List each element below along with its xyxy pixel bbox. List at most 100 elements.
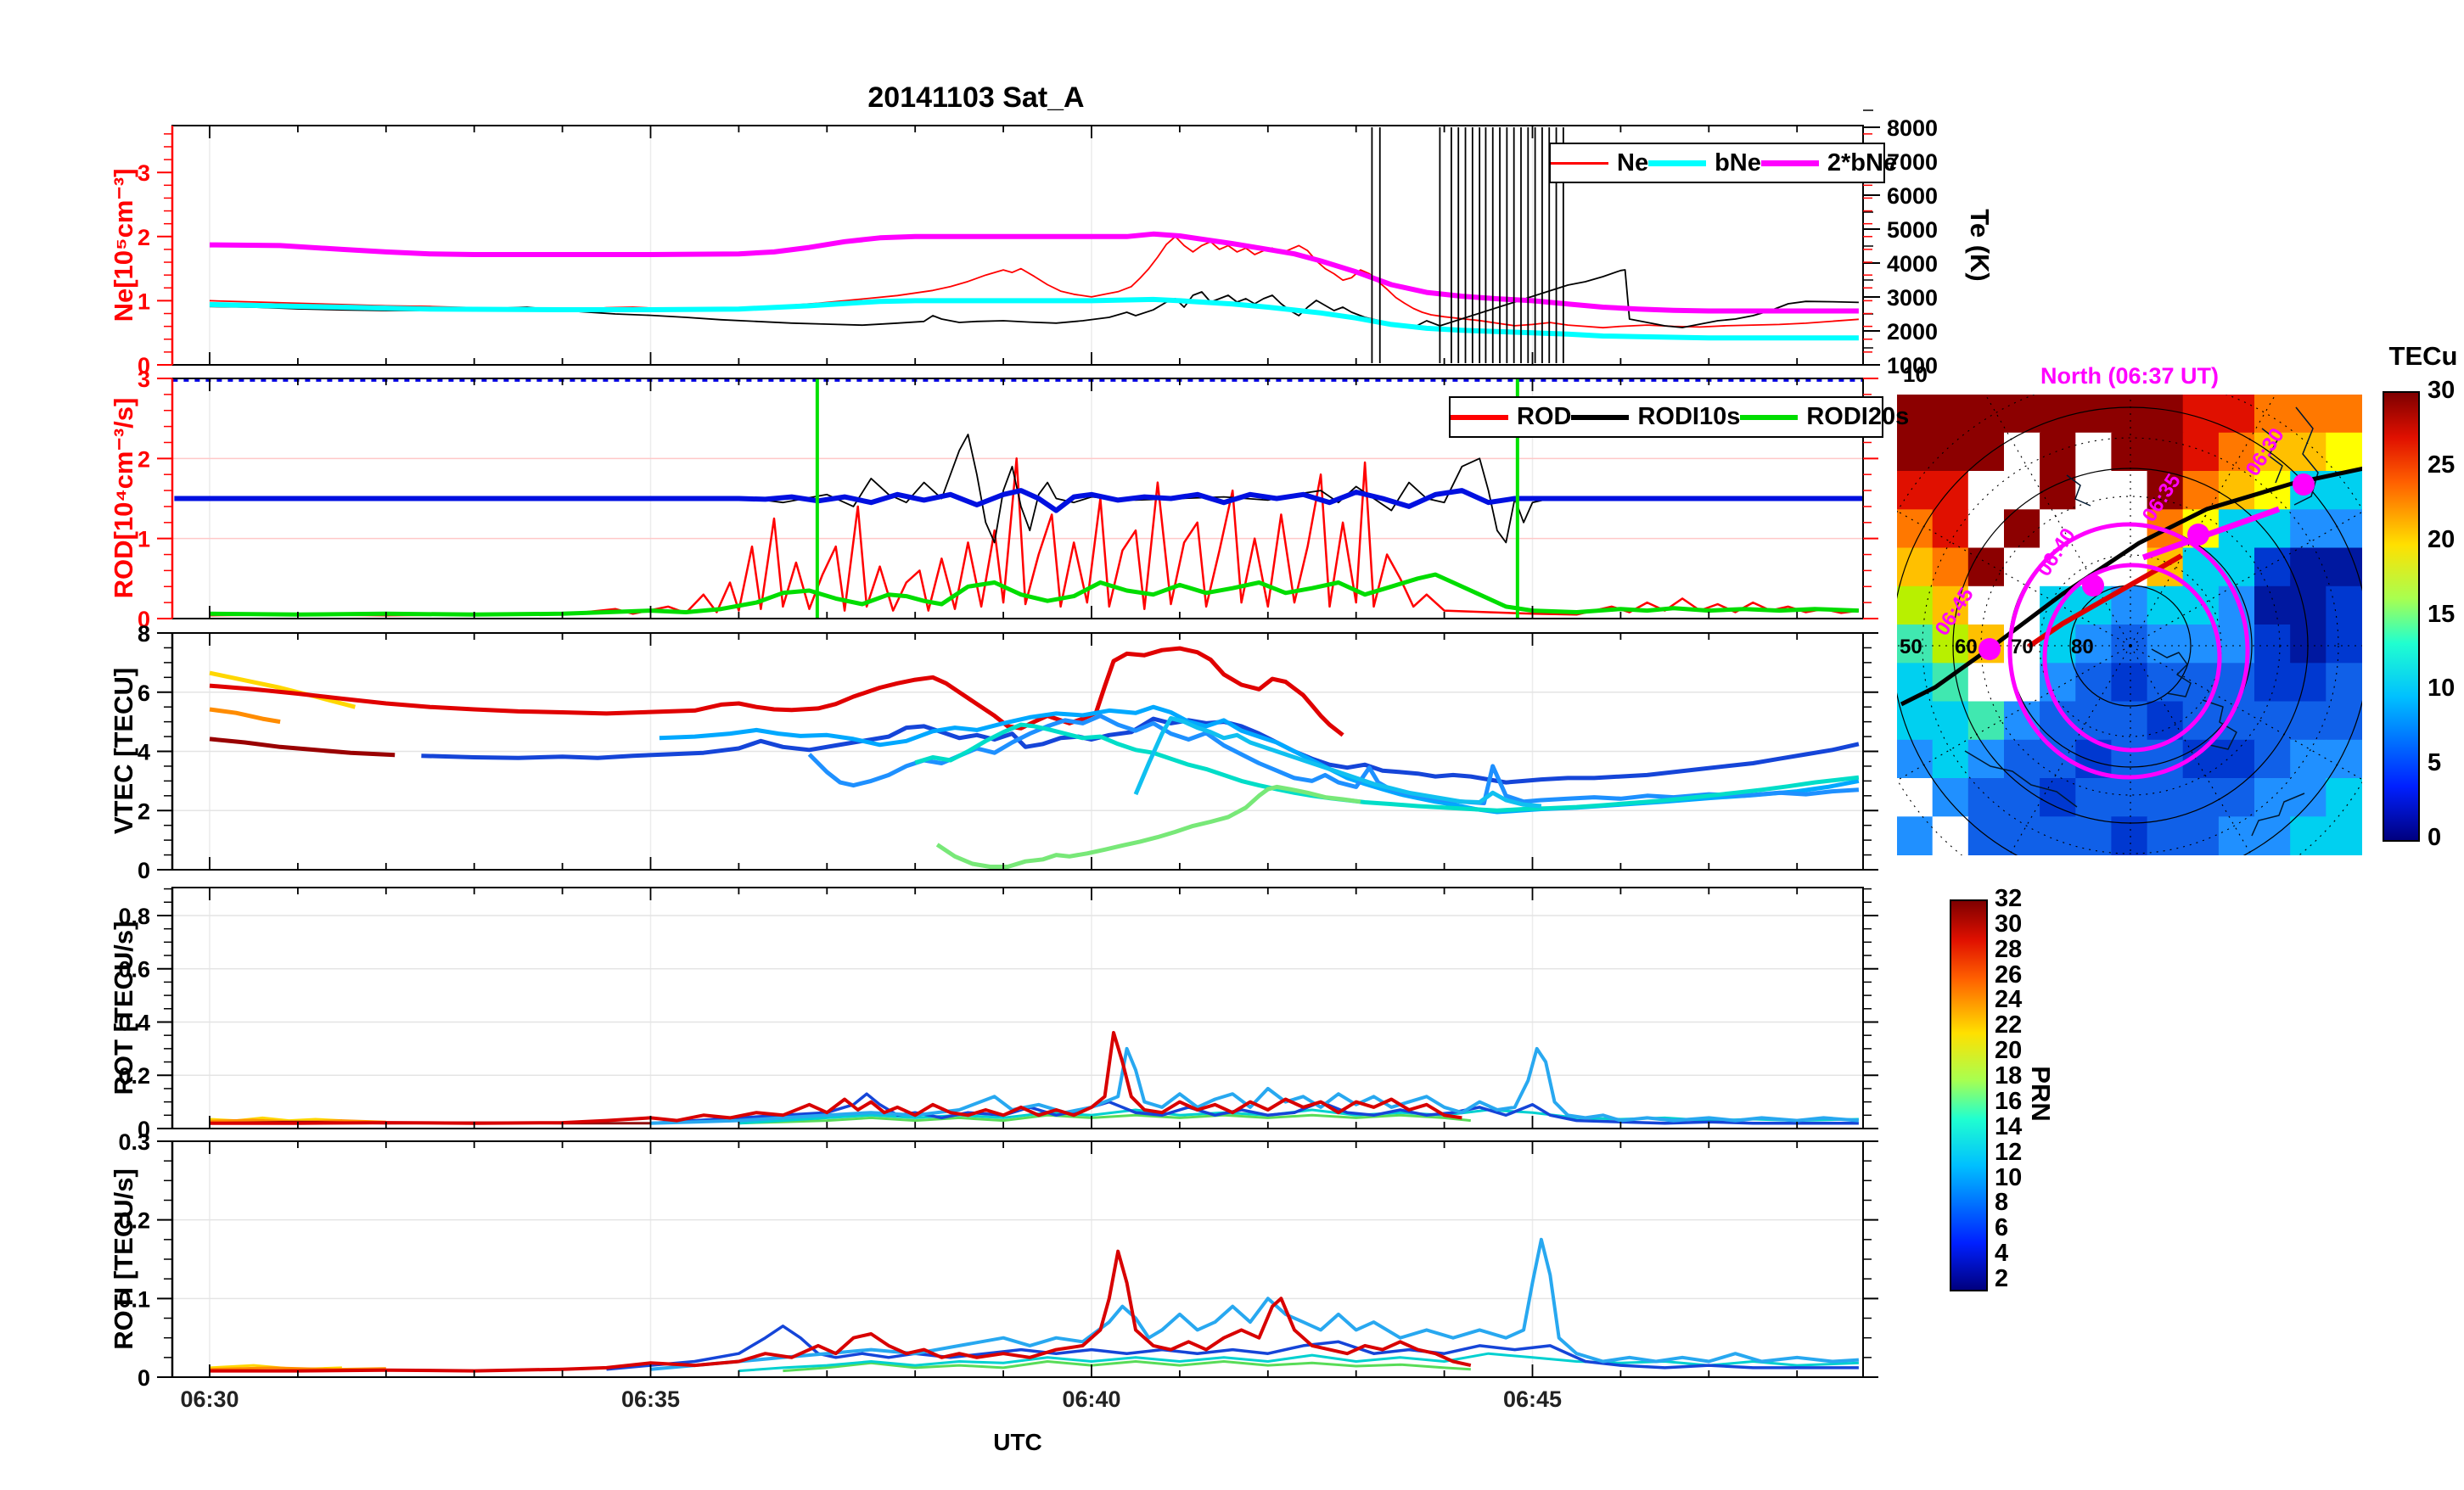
tec-cell	[2326, 395, 2362, 434]
series-prn_yellow	[209, 670, 356, 709]
tec-cell	[1897, 432, 1934, 473]
tec-cell	[2290, 509, 2327, 549]
panel-frame	[171, 887, 1864, 1129]
polar-tec-map: 50 60 70 8006:3006:3506:4006:45	[1897, 395, 2362, 855]
tec-cell	[1967, 547, 2005, 587]
colorbar-tick-label: 32	[1995, 885, 2023, 912]
tec-cell	[2290, 778, 2327, 818]
tec-cell	[2075, 432, 2113, 473]
series-Ne	[209, 235, 1859, 329]
bne-line-swatch	[1648, 160, 1707, 166]
tec-cell	[2290, 585, 2327, 626]
tec-cell	[2111, 663, 2148, 703]
series-ROD	[209, 457, 1860, 617]
tec-cell	[2040, 432, 2077, 473]
tick-label: 1000	[1887, 353, 1938, 378]
tec-cell	[2326, 625, 2362, 664]
rod-legend: ROD RODI10s RODI20s	[1449, 396, 1909, 438]
rodi20s-line-swatch	[1740, 414, 1799, 420]
tec-cell	[1897, 471, 1934, 511]
panel-roti: 0 0.1 0.2 0.3	[118, 1129, 1878, 1391]
tec-cell	[2147, 816, 2184, 855]
tec-cell	[1932, 816, 1969, 855]
tick-label: 6	[138, 681, 150, 706]
colorbar-tick-label: 20	[1995, 1037, 2023, 1065]
tec-cell	[2147, 432, 2184, 473]
tec-cell	[1932, 739, 1969, 780]
tick-label: 1	[138, 288, 150, 314]
tec-cell	[2218, 547, 2256, 587]
tec-cell	[1897, 547, 1934, 587]
series-prn_darkred	[209, 737, 396, 758]
series-deepsky	[650, 1237, 1860, 1371]
tec-cell	[2147, 778, 2184, 818]
2bne-line-swatch	[1760, 160, 1819, 166]
tec-cell	[2004, 432, 2041, 473]
time-marker-dot	[2082, 574, 2104, 597]
tick-label: 2	[138, 225, 150, 250]
colorbar-tick-label: 2	[1995, 1265, 2009, 1292]
tec-cell	[2218, 625, 2256, 664]
colorbar-tick-label: 14	[1995, 1112, 2023, 1140]
tec-cell	[2218, 585, 2256, 626]
tec-cell	[2004, 816, 2041, 855]
tec-cell	[1967, 663, 2005, 703]
tec-cell	[2182, 663, 2220, 703]
colorbar-tick-label: 25	[2428, 451, 2456, 479]
tec-cell	[2218, 395, 2256, 434]
colorbar-tick-label: 24	[1995, 986, 2023, 1014]
tec-cell	[2111, 471, 2148, 511]
tec-cell	[2254, 816, 2292, 855]
tec-cell	[2075, 778, 2113, 818]
tec-cell	[1967, 778, 2005, 818]
tec-cell	[1897, 701, 1934, 741]
tec-cell	[2290, 395, 2327, 434]
colorbar-tick-label: 8	[1995, 1189, 2009, 1217]
legend-label-rodi10s: RODI10s	[1637, 403, 1741, 430]
tec-cell	[2326, 547, 2362, 587]
tec-cell	[2254, 663, 2292, 703]
tec-cell	[2326, 739, 2362, 780]
legend-label-2bne: 2*bNe	[1827, 148, 1898, 176]
tick-label: 80	[2071, 636, 2094, 658]
tick-label: 0	[138, 1365, 150, 1391]
tec-cell	[1897, 778, 1934, 818]
tec-cell	[1967, 701, 2005, 741]
tick-label: 0.3	[118, 1129, 150, 1155]
tec-cell	[2218, 778, 2256, 818]
tick-label: 2	[138, 798, 150, 824]
series-group	[209, 1031, 1860, 1125]
tec-cell	[2254, 739, 2292, 780]
tick-label: 8	[138, 621, 150, 647]
series-RODI10s	[210, 434, 1859, 544]
x-tick-label: 06:30	[180, 1386, 239, 1412]
colorbar-tick-label: 15	[2428, 600, 2456, 628]
tick-label: 0	[138, 858, 150, 883]
legend-label-bne: bNe	[1715, 148, 1761, 176]
colorbar-tick-label: 6	[1995, 1214, 2009, 1242]
tec-cell	[1897, 739, 1934, 780]
tec-cell	[1932, 395, 1969, 434]
tec-cell	[2326, 432, 2362, 473]
tec-cell	[1967, 471, 2005, 511]
tick-label: 50	[1900, 636, 1922, 658]
tec-cell	[1897, 585, 1934, 626]
tec-cell	[2326, 663, 2362, 703]
tec-cell	[2075, 816, 2113, 855]
tick-label: 1	[138, 527, 150, 552]
tec-cell	[2111, 701, 2148, 741]
tick-label: 3000	[1887, 285, 1938, 311]
tick-label: 4000	[1887, 251, 1938, 277]
x-tick-label: 06:40	[1062, 1386, 1121, 1412]
tick-label: 70	[2011, 636, 2034, 658]
tec-cell	[2147, 625, 2184, 664]
tec-cell	[2290, 701, 2327, 741]
colorbar-tick-label: 10	[2428, 675, 2456, 703]
legend-item-bne: bNe	[1648, 149, 1761, 177]
tick-label: 0.4	[118, 1010, 150, 1035]
colorbar-tick-label: 18	[1995, 1062, 2023, 1090]
rod-line-swatch	[1451, 414, 1508, 420]
tec-cell	[2254, 585, 2292, 626]
series-group	[209, 1237, 1860, 1373]
series-RODI20s	[209, 572, 1859, 617]
